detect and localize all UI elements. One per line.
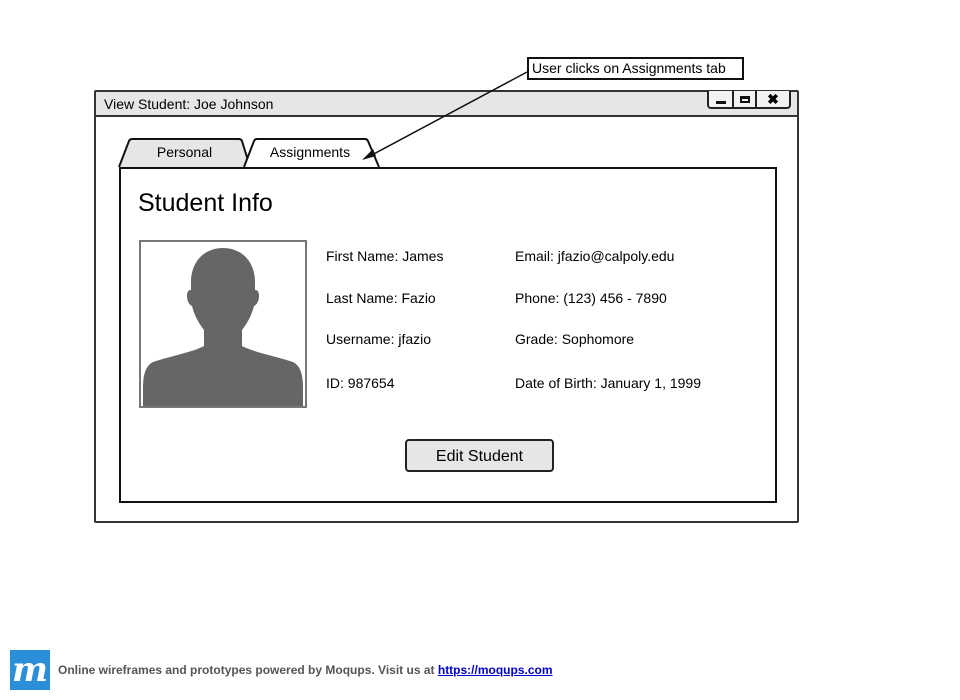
wireframe-canvas: View Student: Joe Johnson ✖ Personal Ass… [0, 0, 960, 700]
tab-assignments-label: Assignments [269, 144, 351, 160]
edit-student-button[interactable]: Edit Student [405, 439, 554, 472]
window-titlebar: View Student: Joe Johnson ✖ [96, 91, 797, 117]
last-name-field: Last Name: Fazio [326, 290, 436, 306]
footer: m Online wireframes and prototypes power… [10, 650, 553, 690]
username-field: Username: jfazio [326, 331, 432, 347]
tab-assignments[interactable]: Assignments [243, 138, 381, 167]
panel-title: Student Info [138, 189, 273, 217]
moqups-link[interactable]: https://moqups.com [438, 663, 553, 677]
close-button[interactable]: ✖ [755, 91, 789, 107]
phone-field: Phone: (123) 456 - 7890 [515, 290, 667, 306]
date-of-birth-field: Date of Birth: January 1, 1999 [515, 375, 701, 391]
maximize-icon [739, 95, 750, 103]
minimize-button[interactable] [709, 91, 732, 107]
footer-text: Online wireframes and prototypes powered… [58, 663, 553, 677]
maximize-button[interactable] [732, 91, 755, 107]
close-icon: ✖ [767, 91, 779, 107]
grade-field: Grade: Sophomore [515, 331, 635, 347]
window-controls: ✖ [707, 91, 791, 109]
tab-personal-label: Personal [156, 144, 213, 160]
window-title: View Student: Joe Johnson [104, 96, 274, 112]
tab-personal[interactable]: Personal [118, 138, 251, 167]
moqups-logo: m [10, 650, 50, 690]
student-photo [139, 240, 307, 408]
annotation-callout: User clicks on Assignments tab [527, 57, 744, 80]
id-field: ID: 987654 [326, 375, 395, 391]
person-silhouette-icon [143, 248, 303, 406]
first-name-field: First Name: James [326, 248, 444, 264]
student-info-panel: Student Info First Name: James Last Name… [119, 167, 777, 503]
minimize-icon [715, 100, 726, 104]
email-field: Email: jfazio@calpoly.edu [515, 248, 675, 264]
footer-message: Online wireframes and prototypes powered… [58, 663, 438, 677]
